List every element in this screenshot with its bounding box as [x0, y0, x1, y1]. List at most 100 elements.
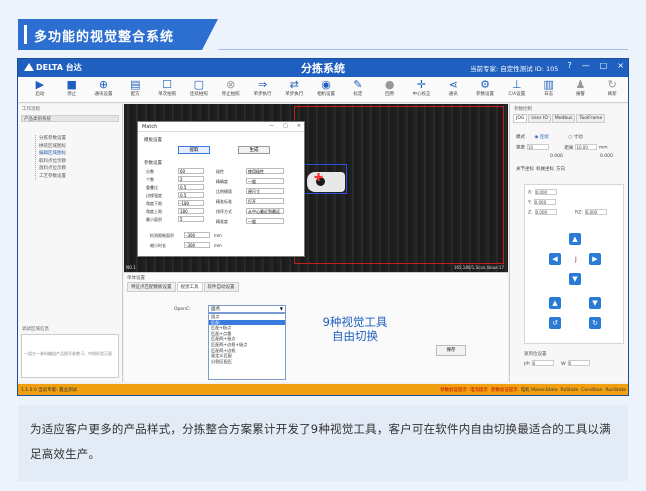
pick-button[interactable]: 提取	[178, 146, 210, 154]
tab-template[interactable]: 特征点匹配模板设置	[127, 282, 176, 292]
jog-left-button[interactable]: ◀	[549, 253, 561, 265]
distance-input[interactable]: 10.00	[575, 144, 598, 150]
toolbar-home[interactable]: ● 回原	[374, 77, 406, 102]
subtab-joint[interactable]: 关节坐标	[516, 166, 534, 172]
arrival-field-2[interactable]: 0	[567, 360, 590, 366]
dialog-minimize[interactable]: —	[269, 123, 274, 129]
toolbar-stop-shot[interactable]: ⊗ 停止拍照	[215, 77, 247, 102]
tree-item[interactable]: 工艺参数设置	[39, 173, 122, 181]
param-dropdown[interactable]: 一般	[246, 218, 284, 224]
dialog-maximize[interactable]: □	[283, 123, 288, 129]
toolbar-ca[interactable]: ⊥ C/A设置	[501, 77, 533, 102]
arrival-field-1[interactable]: 0	[531, 360, 554, 366]
toolbar-single-shot[interactable]: ☐ 单次拍照	[151, 77, 183, 102]
tree-item[interactable]: 取料点位示教	[39, 158, 122, 166]
tab-auto[interactable]: 软件自动设置	[203, 282, 239, 292]
param-input[interactable]: 60	[178, 168, 204, 174]
tab-modbus[interactable]: Modbus	[551, 114, 576, 123]
param-dropdown[interactable]: 一般	[246, 178, 284, 184]
jog-z-down-button[interactable]: ▼	[589, 297, 601, 309]
arrival-fields: ph 0 W0	[524, 360, 590, 367]
tree-item[interactable]: 拼装区域图标	[39, 143, 122, 151]
tool-label: C/A设置	[508, 92, 526, 97]
user-info: 当前专家: 自定性测试 ID: 105	[470, 65, 559, 73]
tab-vision-tools[interactable]: 视觉工具	[176, 282, 203, 292]
subtab-direction[interactable]: 方向	[556, 166, 565, 172]
left-header[interactable]: 产品类别系统	[21, 115, 119, 122]
param-input[interactable]: -180	[178, 200, 204, 206]
param-input[interactable]: -300	[184, 232, 210, 238]
toolbar-continuous[interactable]: ▢ 连续拍照	[183, 77, 215, 102]
caption-box: 为适应客户更多的产品样式，分拣整合方案累计开发了9种视觉工具，客户可在软件内自由…	[18, 405, 628, 481]
param-input[interactable]: 0.5	[178, 192, 204, 198]
param-label: 边缘强度	[146, 193, 162, 198]
tab-jog[interactable]: JOG	[513, 114, 528, 123]
param-dropdown[interactable]: 原尺寸	[246, 188, 284, 194]
jog-z-up-button[interactable]: ▲	[549, 297, 561, 309]
mode-step[interactable]: ○ 寸动	[568, 135, 582, 140]
subtab-machine[interactable]: 机械坐标	[536, 166, 554, 172]
param-input[interactable]: 2	[178, 176, 204, 182]
speed-input[interactable]: 10	[527, 144, 549, 150]
param-input[interactable]: 0.5	[178, 184, 204, 190]
param-dropdown[interactable]: 打开	[246, 198, 284, 204]
help-button[interactable]: ?	[567, 61, 571, 70]
toolbar-log[interactable]: ▥ 日志	[533, 77, 565, 102]
toolbar-stop[interactable]: ■ 停止	[56, 77, 88, 102]
toolbar-recipe[interactable]: ▤ 配方	[119, 77, 151, 102]
tool-label: 停止	[67, 92, 77, 97]
param-input[interactable]: 180	[178, 208, 204, 214]
tool-select[interactable]: 固点 ▼	[208, 305, 286, 313]
arrival-settings-label: 速到位设置	[524, 352, 547, 357]
dialog-title: Match	[142, 124, 158, 130]
tab-toolframe[interactable]: ToolFrame	[576, 114, 606, 123]
param-input[interactable]: 5	[178, 216, 204, 222]
right-header: 参数控制	[514, 107, 532, 112]
param-dropdown[interactable]: 使用极性	[246, 168, 284, 174]
jog-right-button[interactable]: ▶	[589, 253, 601, 265]
toolbar-share[interactable]: ⋖ 通讯	[437, 77, 469, 102]
toolbar-step[interactable]: ⇒ 单步执行	[247, 77, 279, 102]
toolbar-comm[interactable]: ⊕ 通讯设置	[88, 77, 120, 102]
close-button[interactable]: ×	[617, 61, 624, 70]
rotate-cw-button[interactable]: ↻	[589, 317, 601, 329]
tab-user-io[interactable]: User IO	[528, 114, 551, 123]
toolbar-calibrate[interactable]: ✎ 标定	[342, 77, 374, 102]
tool-label: 停止拍照	[221, 92, 240, 97]
toolbar-params[interactable]: ⚙ 参数设置	[469, 77, 501, 102]
jog-up-button[interactable]: ▲	[569, 233, 581, 245]
dialog-close[interactable]: ×	[297, 123, 301, 129]
mode-opt-label: 寸动	[573, 135, 583, 140]
toolbar-camera[interactable]: ◉ 相机设置	[310, 77, 342, 102]
maximize-button[interactable]: □	[600, 61, 608, 70]
param-label: 精准度	[216, 219, 228, 224]
save-button[interactable]: 保存	[436, 345, 466, 356]
mode-continuous[interactable]: ◉ 连续	[534, 135, 548, 140]
status-item: RunState	[605, 388, 626, 393]
toolbar-start[interactable]: ▶ 启动	[24, 77, 56, 102]
tree-item[interactable]: 编辑区域图标	[39, 150, 122, 158]
toolbar-refresh[interactable]: ↻ 刷新	[596, 77, 628, 102]
tool-option[interactable]: 分割区配匹	[209, 359, 285, 365]
jog-down-button[interactable]: ▼	[569, 273, 581, 285]
status-warning: 参数验证提示	[440, 388, 468, 393]
toolbar-center[interactable]: ✛ 中心校正	[406, 77, 438, 102]
tool-label: 参数设置	[476, 92, 495, 97]
tree-item[interactable]: 分拣参数设置	[39, 135, 122, 143]
value-readout-2: 0.000	[600, 154, 613, 159]
page: 多功能的视觉整合系统 DELTA 台达 分拣系统 当前专家: 自定性测试 ID:…	[0, 0, 646, 491]
coord-rz-value: 0.000	[584, 209, 607, 215]
speed-row: 速度 10 距离 10.00 mm	[516, 144, 608, 151]
tree-item[interactable]: 放料点位示教	[39, 165, 122, 173]
dist-label: 距离	[564, 145, 574, 151]
param-input[interactable]: -300	[184, 242, 210, 248]
toolbar-step2[interactable]: ⇄ 单步执行	[278, 77, 310, 102]
param-dropdown[interactable]: 从中心最近到最远	[246, 208, 284, 214]
toolbar-alarm[interactable]: ♟ 报警	[565, 77, 597, 102]
generate-button[interactable]: 生成	[238, 146, 270, 154]
tool-label: 单步执行	[253, 92, 272, 97]
share-icon: ⋖	[448, 78, 458, 91]
rotate-ccw-button[interactable]: ↺	[549, 317, 561, 329]
minimize-button[interactable]: —	[582, 61, 590, 70]
dialog-window-controls: — □ ×	[269, 123, 301, 129]
